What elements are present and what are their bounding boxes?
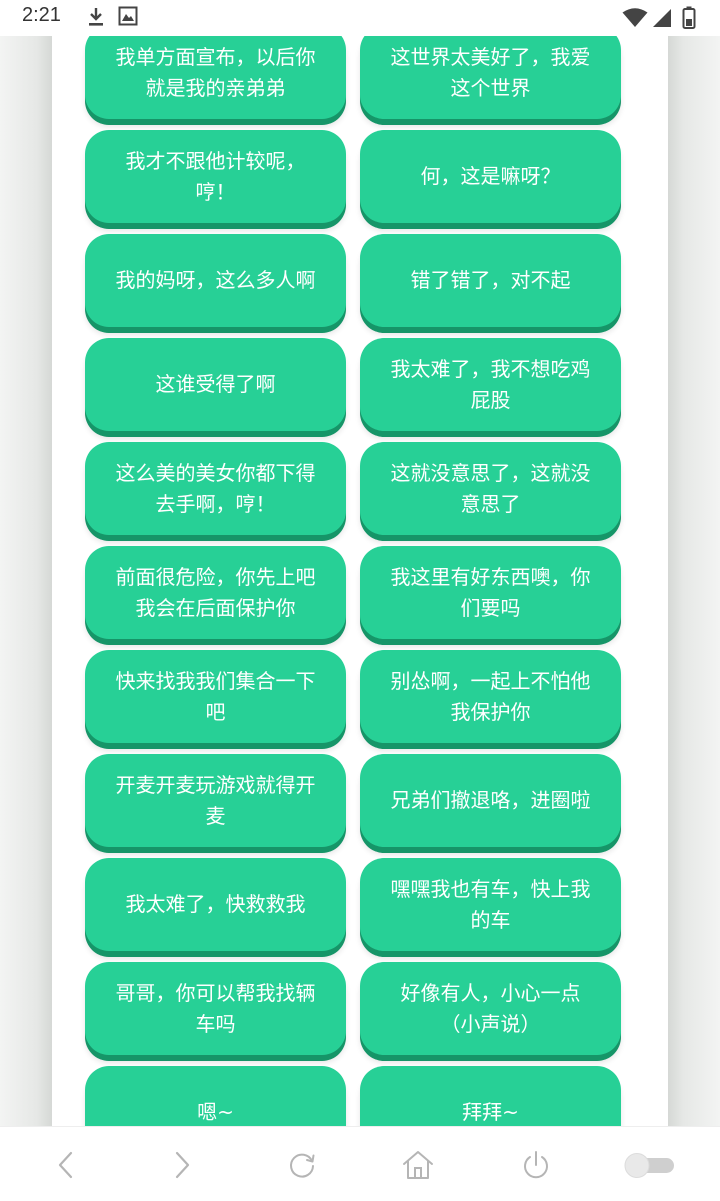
voice-button[interactable]: 拜拜~ bbox=[360, 1066, 621, 1126]
voice-button[interactable]: 兄弟们撤退咯，进圈啦 bbox=[360, 754, 621, 847]
home-icon bbox=[403, 1151, 433, 1179]
back-arrow-icon bbox=[58, 1151, 73, 1179]
voice-button[interactable]: 前面很危险，你先上吧 我会在后面保护你 bbox=[85, 546, 346, 639]
toggle-icon bbox=[624, 1153, 674, 1178]
notification-image-icon bbox=[118, 6, 138, 26]
voice-button[interactable]: 嗯~ bbox=[85, 1066, 346, 1126]
voice-button[interactable]: 错了错了，对不起 bbox=[360, 234, 621, 327]
voice-button[interactable]: 好像有人，小心一点（小声说） bbox=[360, 962, 621, 1055]
content-area[interactable]: 我单方面宣布，以后你就是我的亲弟弟 这世界太美好了，我爱这个世界 我才不跟他计较… bbox=[52, 36, 668, 1126]
right-margin bbox=[668, 36, 720, 1126]
back-button[interactable] bbox=[44, 1143, 88, 1187]
voice-button[interactable]: 这就没意思了，这就没意思了 bbox=[360, 442, 621, 535]
voice-button[interactable]: 别怂啊，一起上不怕他 我保护你 bbox=[360, 650, 621, 743]
signal-icon bbox=[653, 9, 671, 27]
home-button[interactable] bbox=[396, 1143, 440, 1187]
voice-button[interactable]: 何，这是嘛呀？ bbox=[360, 130, 621, 223]
voice-button[interactable]: 这么美的美女你都下得去手啊，哼！ bbox=[85, 442, 346, 535]
status-time: 2:21 bbox=[22, 4, 61, 26]
voice-button[interactable]: 快来找我我们集合一下吧 bbox=[85, 650, 346, 743]
voice-button[interactable]: 开麦开麦玩游戏就得开麦 bbox=[85, 754, 346, 847]
power-icon bbox=[524, 1151, 548, 1179]
wifi-icon bbox=[622, 8, 648, 27]
voice-button[interactable]: 我这里有好东西噢，你们要吗 bbox=[360, 546, 621, 639]
forward-arrow-icon bbox=[175, 1151, 190, 1179]
voice-button[interactable]: 这世界太美好了，我爱这个世界 bbox=[360, 36, 621, 119]
voice-button[interactable]: 嘿嘿我也有车，快上我的车 bbox=[360, 858, 621, 951]
voice-button[interactable]: 哥哥，你可以帮我找辆车吗 bbox=[85, 962, 346, 1055]
voice-button[interactable]: 我才不跟他计较呢，哼！ bbox=[85, 130, 346, 223]
power-button[interactable] bbox=[514, 1143, 558, 1187]
status-bar: 2:21 bbox=[0, 0, 720, 36]
download-icon bbox=[89, 8, 103, 26]
voice-button-grid: 我单方面宣布，以后你就是我的亲弟弟 这世界太美好了，我爱这个世界 我才不跟他计较… bbox=[85, 36, 621, 1126]
voice-button[interactable]: 我太难了，我不想吃鸡屁股 bbox=[360, 338, 621, 431]
left-margin bbox=[0, 36, 52, 1126]
voice-button[interactable]: 这谁受得了啊 bbox=[85, 338, 346, 431]
voice-button[interactable]: 我单方面宣布，以后你就是我的亲弟弟 bbox=[85, 36, 346, 119]
voice-button[interactable]: 我的妈呀，这么多人啊 bbox=[85, 234, 346, 327]
toggle-switch[interactable] bbox=[620, 1143, 680, 1187]
voice-button[interactable]: 我太难了，快救救我 bbox=[85, 858, 346, 951]
bottom-navigation-bar bbox=[0, 1126, 720, 1201]
refresh-icon bbox=[290, 1153, 315, 1178]
battery-icon bbox=[682, 6, 696, 29]
refresh-button[interactable] bbox=[280, 1143, 324, 1187]
webview-page: 我单方面宣布，以后你就是我的亲弟弟 这世界太美好了，我爱这个世界 我才不跟他计较… bbox=[0, 36, 720, 1126]
forward-button[interactable] bbox=[160, 1143, 204, 1187]
